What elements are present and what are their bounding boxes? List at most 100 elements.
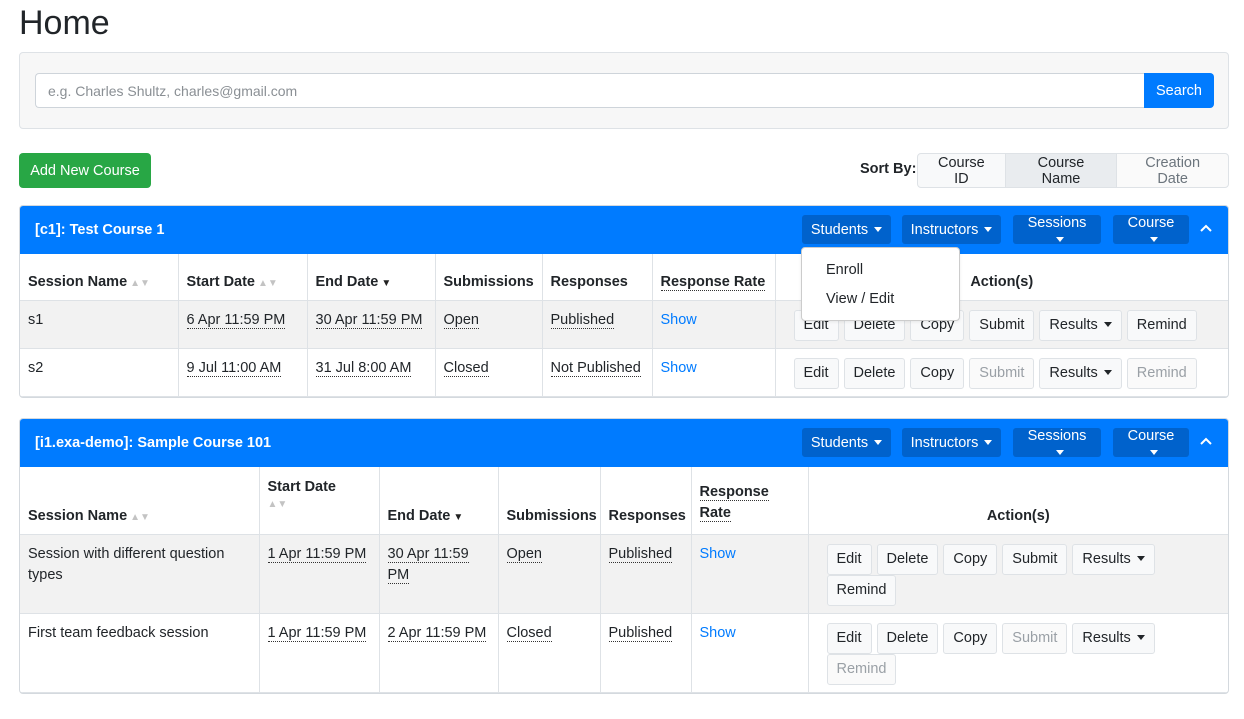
session-name: s1 (20, 299, 179, 349)
show-response-rate-link[interactable]: Show (661, 360, 697, 376)
sort-desc-icon: ▼ (453, 511, 464, 523)
start-date: 9 Jul 11:00 AM (186, 359, 282, 377)
start-date: 1 Apr 11:59 PM (267, 545, 367, 563)
instructors-menu-button[interactable]: Instructors (902, 215, 1001, 244)
chevron-up-icon[interactable] (1198, 220, 1214, 236)
table-header-row: Session Name ▲▼ Start Date ▲▼ End Date ▼ Su… (20, 467, 1228, 535)
table-row: s1 6 Apr 11:59 PM 30 Apr 11:59 PM Open P… (20, 299, 1228, 349)
course-panel: [c1]: Test Course 1 Students Instructors… (19, 205, 1229, 398)
sessions-menu-button[interactable]: Sessions (1013, 428, 1101, 457)
sessions-table: Session Name ▲▼ Start Date ▲▼ End Date ▼ Su… (20, 254, 1228, 397)
add-new-course-button[interactable]: Add New Course (19, 153, 151, 188)
sort-icon: ▲▼ (130, 511, 150, 523)
course-header: [i1.exa-demo]: Sample Course 101 Student… (20, 419, 1228, 467)
end-date: 2 Apr 11:59 PM (387, 624, 487, 642)
caret-down-icon (1103, 322, 1112, 328)
course-panel: [i1.exa-demo]: Sample Course 101 Student… (19, 418, 1229, 694)
sort-icon: ▲▼ (267, 499, 288, 510)
students-menu-button[interactable]: Students (802, 215, 891, 244)
sessions-table: Session Name ▲▼ Start Date ▲▼ End Date ▼ Su… (20, 467, 1228, 693)
show-response-rate-link[interactable]: Show (700, 625, 736, 641)
instructors-menu-button[interactable]: Instructors (902, 428, 1001, 457)
caret-down-icon (1103, 370, 1112, 376)
course-header: [c1]: Test Course 1 Students Instructors… (20, 206, 1228, 254)
end-date: 30 Apr 11:59 PM (315, 311, 423, 329)
chevron-up-icon[interactable] (1198, 433, 1214, 449)
submit-button[interactable]: Submit (969, 309, 1035, 341)
edit-button[interactable]: Edit (826, 543, 872, 575)
session-name: s2 (20, 347, 179, 397)
copy-button[interactable]: Copy (910, 357, 965, 389)
delete-button[interactable]: Delete (843, 357, 906, 389)
table-row: Session with different question types 1 … (20, 533, 1228, 614)
table-row: s2 9 Jul 11:00 AM 31 Jul 8:00 AM Closed … (20, 347, 1228, 397)
actions-cell: Edit Delete Copy Submit Results Remind (807, 612, 1228, 693)
results-button[interactable]: Results (1072, 543, 1155, 575)
column-header: Submissions (434, 254, 543, 301)
caret-down-icon (984, 440, 993, 446)
course-title: [i1.exa-demo]: Sample Course 101 (35, 435, 272, 451)
sessions-menu-button[interactable]: Sessions (1013, 215, 1101, 244)
students-menu-button[interactable]: Students (802, 428, 891, 457)
caret-down-icon (874, 440, 883, 446)
show-response-rate-link[interactable]: Show (661, 312, 697, 328)
start-date: 1 Apr 11:59 PM (267, 624, 367, 642)
actions-cell: Edit Delete Copy Submit Results Remind (774, 347, 1228, 397)
remind-button[interactable]: Remind (1126, 309, 1197, 341)
responses-status: Published (608, 545, 673, 563)
show-response-rate-link[interactable]: Show (700, 546, 736, 562)
copy-button[interactable]: Copy (943, 622, 998, 654)
end-date: 30 Apr 11:59 PM (387, 545, 469, 584)
column-header[interactable]: End Date ▼ (306, 254, 436, 301)
sort-icon: ▲▼ (130, 277, 150, 289)
remind-button[interactable]: Remind (826, 653, 897, 685)
column-header: Response Rate (690, 467, 809, 535)
page-title: Home (19, 4, 110, 42)
course-menu-button[interactable]: Course (1113, 215, 1189, 244)
sort-course-id-button[interactable]: Course ID (917, 153, 1006, 188)
column-header[interactable]: Start Date ▲▼ (177, 254, 308, 301)
results-button[interactable]: Results (1072, 622, 1155, 654)
course-title: [c1]: Test Course 1 (35, 222, 165, 238)
submit-button[interactable]: Submit (969, 357, 1035, 389)
column-header[interactable]: Session Name ▲▼ (20, 254, 179, 301)
course-menu-button[interactable]: Course (1113, 428, 1189, 457)
copy-button[interactable]: Copy (943, 543, 998, 575)
caret-down-icon (1150, 449, 1158, 455)
remind-button[interactable]: Remind (1126, 357, 1197, 389)
search-input[interactable] (35, 73, 1144, 108)
results-button[interactable]: Results (1039, 309, 1122, 341)
delete-button[interactable]: Delete (876, 543, 939, 575)
responses-status: Published (550, 311, 615, 329)
column-header[interactable]: Start Date ▲▼ (258, 467, 380, 535)
responses-status: Published (608, 624, 673, 642)
remind-button[interactable]: Remind (826, 574, 897, 606)
column-header[interactable]: End Date ▼ (378, 467, 499, 535)
sort-course-name-button[interactable]: Course Name (1004, 153, 1118, 188)
submit-button[interactable]: Submit (1002, 543, 1068, 575)
view-edit-menu-item[interactable]: View / Edit (826, 291, 894, 307)
submit-button[interactable]: Submit (1002, 622, 1068, 654)
delete-button[interactable]: Delete (876, 622, 939, 654)
edit-button[interactable]: Edit (793, 357, 839, 389)
caret-down-icon (874, 227, 883, 233)
enroll-menu-item[interactable]: Enroll (826, 262, 863, 278)
caret-down-icon (1056, 449, 1064, 455)
column-header: Action(s) (807, 467, 1228, 535)
column-header[interactable]: Session Name ▲▼ (20, 467, 260, 535)
caret-down-icon (1056, 236, 1064, 242)
search-button[interactable]: Search (1144, 73, 1214, 108)
start-date: 6 Apr 11:59 PM (186, 311, 286, 329)
sort-creation-date-button[interactable]: Creation Date (1116, 153, 1229, 188)
sort-desc-icon: ▼ (381, 277, 392, 289)
table-row: First team feedback session 1 Apr 11:59 … (20, 612, 1228, 693)
column-header: Responses (599, 467, 692, 535)
results-button[interactable]: Results (1039, 357, 1122, 389)
students-dropdown-menu: Enroll View / Edit (801, 247, 960, 321)
submissions-status: Closed (506, 624, 552, 642)
session-name: First team feedback session (20, 612, 260, 693)
edit-button[interactable]: Edit (826, 622, 872, 654)
sort-by-label: Sort By: (860, 161, 917, 177)
caret-down-icon (984, 227, 993, 233)
column-header: Response Rate (651, 254, 776, 301)
